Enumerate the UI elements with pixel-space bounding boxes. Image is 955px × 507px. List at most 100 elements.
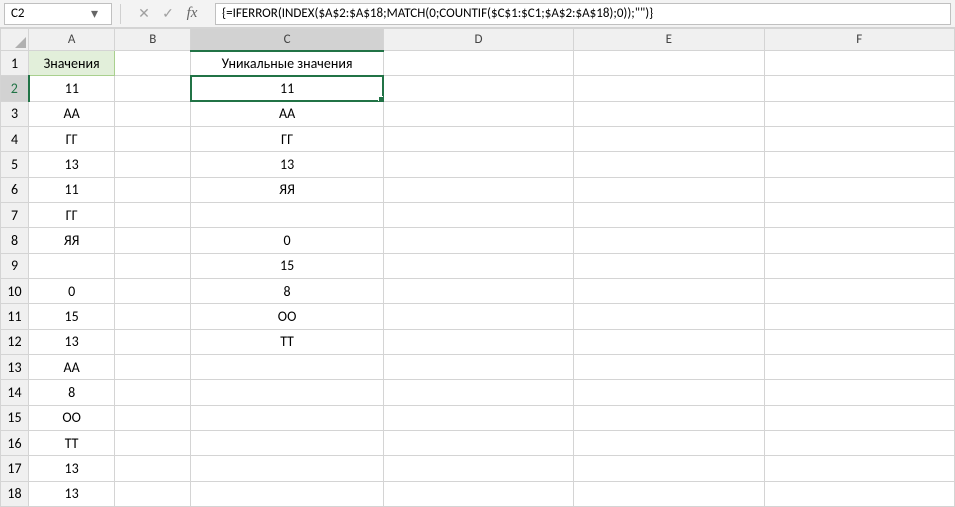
cell-A5[interactable]: 13 (29, 152, 115, 177)
cell-D4[interactable] (383, 126, 573, 151)
enter-button[interactable]: ✓ (157, 4, 179, 24)
name-box[interactable]: ▾ (4, 3, 112, 25)
cell-A11[interactable]: 15 (29, 304, 115, 329)
cell-E11[interactable] (574, 304, 764, 329)
cell-D13[interactable] (383, 354, 573, 379)
cell-B2[interactable] (115, 76, 191, 101)
col-header-B[interactable]: B (115, 29, 191, 51)
cell-F2[interactable] (764, 76, 954, 101)
cell-E1[interactable] (574, 51, 764, 76)
cell-E3[interactable] (574, 101, 764, 126)
cell-C12[interactable]: ТТ (191, 329, 383, 354)
col-header-C[interactable]: C (191, 29, 383, 51)
cell-A1[interactable]: Значения (29, 51, 115, 76)
cell-B14[interactable] (115, 380, 191, 405)
cell-D11[interactable] (383, 304, 573, 329)
cell-C2[interactable]: 11 (191, 76, 383, 101)
cell-F5[interactable] (764, 152, 954, 177)
cell-A9[interactable] (29, 253, 115, 278)
row-header-9[interactable]: 9 (1, 253, 29, 278)
cell-D8[interactable] (383, 228, 573, 253)
cell-F15[interactable] (764, 405, 954, 430)
row-header-1[interactable]: 1 (1, 51, 29, 76)
cell-F14[interactable] (764, 380, 954, 405)
cell-D10[interactable] (383, 278, 573, 303)
row-header-5[interactable]: 5 (1, 152, 29, 177)
cell-A7[interactable]: ГГ (29, 202, 115, 227)
cell-F3[interactable] (764, 101, 954, 126)
cell-D3[interactable] (383, 101, 573, 126)
cell-D14[interactable] (383, 380, 573, 405)
cell-B16[interactable] (115, 430, 191, 455)
cell-F8[interactable] (764, 228, 954, 253)
cell-F7[interactable] (764, 202, 954, 227)
row-header-15[interactable]: 15 (1, 405, 29, 430)
select-all-corner[interactable] (1, 29, 29, 51)
col-header-F[interactable]: F (764, 29, 954, 51)
cell-A18[interactable]: 13 (29, 481, 115, 506)
cell-A2[interactable]: 11 (29, 76, 115, 101)
cell-A4[interactable]: ГГ (29, 126, 115, 151)
cell-E14[interactable] (574, 380, 764, 405)
row-header-2[interactable]: 2 (1, 76, 29, 101)
cell-E10[interactable] (574, 278, 764, 303)
row-header-12[interactable]: 12 (1, 329, 29, 354)
cell-D15[interactable] (383, 405, 573, 430)
cell-A15[interactable]: ОО (29, 405, 115, 430)
cell-C1[interactable]: Уникальные значения (191, 51, 383, 76)
cell-E16[interactable] (574, 430, 764, 455)
cell-D5[interactable] (383, 152, 573, 177)
cell-E13[interactable] (574, 354, 764, 379)
row-header-4[interactable]: 4 (1, 126, 29, 151)
cell-E17[interactable] (574, 456, 764, 481)
cell-F17[interactable] (764, 456, 954, 481)
row-header-14[interactable]: 14 (1, 380, 29, 405)
cell-B17[interactable] (115, 456, 191, 481)
cell-C13[interactable] (191, 354, 383, 379)
cell-D6[interactable] (383, 177, 573, 202)
cell-C14[interactable] (191, 380, 383, 405)
cell-A13[interactable]: АА (29, 354, 115, 379)
cell-A8[interactable]: ЯЯ (29, 228, 115, 253)
cell-C16[interactable] (191, 430, 383, 455)
cell-E6[interactable] (574, 177, 764, 202)
cell-C6[interactable]: ЯЯ (191, 177, 383, 202)
cell-D12[interactable] (383, 329, 573, 354)
cell-E4[interactable] (574, 126, 764, 151)
cell-B9[interactable] (115, 253, 191, 278)
insert-function-button[interactable]: fx (181, 4, 203, 24)
cell-A17[interactable]: 13 (29, 456, 115, 481)
cell-B13[interactable] (115, 354, 191, 379)
cell-C10[interactable]: 8 (191, 278, 383, 303)
cell-C17[interactable] (191, 456, 383, 481)
cell-A16[interactable]: ТТ (29, 430, 115, 455)
cell-B18[interactable] (115, 481, 191, 506)
row-header-13[interactable]: 13 (1, 354, 29, 379)
row-header-8[interactable]: 8 (1, 228, 29, 253)
cell-E7[interactable] (574, 202, 764, 227)
cell-B12[interactable] (115, 329, 191, 354)
row-header-10[interactable]: 10 (1, 278, 29, 303)
row-header-16[interactable]: 16 (1, 430, 29, 455)
cell-D16[interactable] (383, 430, 573, 455)
cell-A6[interactable]: 11 (29, 177, 115, 202)
cell-B1[interactable] (115, 51, 191, 76)
cell-C11[interactable]: ОО (191, 304, 383, 329)
cell-E12[interactable] (574, 329, 764, 354)
cell-B15[interactable] (115, 405, 191, 430)
cell-C3[interactable]: АА (191, 101, 383, 126)
cell-E18[interactable] (574, 481, 764, 506)
cell-D7[interactable] (383, 202, 573, 227)
cell-D1[interactable] (383, 51, 573, 76)
cell-F13[interactable] (764, 354, 954, 379)
cell-C9[interactable]: 15 (191, 253, 383, 278)
cell-F18[interactable] (764, 481, 954, 506)
cell-C8[interactable]: 0 (191, 228, 383, 253)
cell-F1[interactable] (764, 51, 954, 76)
cell-D18[interactable] (383, 481, 573, 506)
cell-B5[interactable] (115, 152, 191, 177)
col-header-A[interactable]: A (29, 29, 115, 51)
cell-C7[interactable] (191, 202, 383, 227)
cell-B4[interactable] (115, 126, 191, 151)
cell-B11[interactable] (115, 304, 191, 329)
